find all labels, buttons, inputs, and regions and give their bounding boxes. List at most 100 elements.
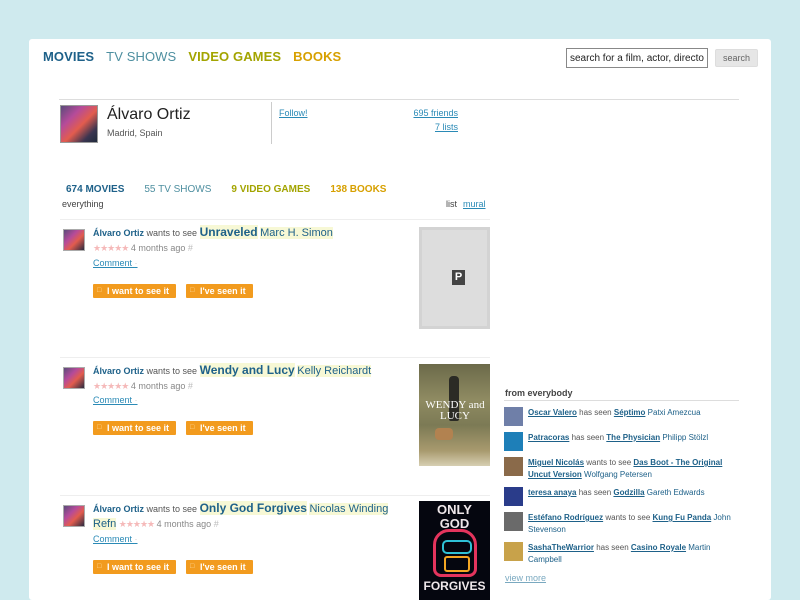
seen-it-button[interactable]: I've seen it (186, 560, 253, 574)
avatar[interactable] (504, 457, 523, 476)
tab-video-games[interactable]: 9 VIDEO GAMES (231, 184, 310, 195)
sidebar-activity-text: Miguel Nicolás wants to see Das Boot - T… (528, 457, 744, 481)
nav-books[interactable]: BOOKS (293, 49, 341, 64)
seen-it-button[interactable]: I've seen it (186, 284, 253, 298)
permalink[interactable]: # (188, 243, 193, 253)
want-to-see-button[interactable]: I want to see it (93, 421, 177, 435)
movie-poster[interactable]: ONLY GOD FORGIVES (419, 501, 490, 600)
comment-link[interactable]: Comment · (93, 534, 138, 544)
avatar[interactable] (63, 367, 85, 389)
sidebar-title-link[interactable]: The Physician (606, 433, 660, 442)
comment-link[interactable]: Comment · (93, 395, 138, 405)
rating-stars[interactable]: ★★★★★ (93, 243, 129, 253)
lists-link[interactable]: 7 lists (435, 122, 458, 132)
timestamp: 4 months ago (156, 519, 212, 529)
comment-label[interactable]: Comment (93, 395, 132, 405)
feed-title-link[interactable]: Wendy and Lucy (199, 363, 295, 377)
sidebar-director-link[interactable]: Philipp Stölzl (662, 433, 708, 442)
poster-title-top: ONLY GOD (437, 502, 472, 531)
sidebar-title-link[interactable]: Séptimo (614, 408, 646, 417)
feed-title-link[interactable]: Unraveled (199, 225, 258, 239)
timestamp: 4 months ago (130, 381, 186, 391)
want-to-see-button[interactable]: I want to see it (93, 560, 177, 574)
feed-director-link[interactable]: Marc H. Simon (260, 227, 333, 239)
sidebar-title-link[interactable]: Kung Fu Panda (653, 513, 712, 522)
view-list-link[interactable]: list (446, 199, 457, 209)
avatar[interactable] (504, 542, 523, 561)
comment-link[interactable]: Comment · (93, 258, 138, 268)
feed-item-text: Álvaro Ortiz wants to see Wendy and Lucy… (93, 363, 393, 394)
feed-item-text: Álvaro Ortiz wants to see Unraveled Marc… (93, 225, 393, 256)
sidebar-title-link[interactable]: Godzilla (613, 488, 644, 497)
tab-tv-shows[interactable]: 55 TV SHOWS (144, 184, 211, 195)
follow-link[interactable]: Follow! (279, 108, 308, 118)
permalink[interactable]: # (188, 381, 193, 391)
permalink[interactable]: # (214, 519, 219, 529)
sidebar-activity-text: Patracoras has seen The Physician Philip… (528, 432, 744, 444)
feed-user-link[interactable]: Álvaro Ortiz (93, 228, 144, 238)
search-input[interactable] (566, 48, 708, 68)
sidebar-action: has seen (596, 543, 629, 552)
profile-name: Álvaro Ortiz (107, 106, 191, 123)
sidebar-user-link[interactable]: teresa anaya (528, 488, 576, 497)
avatar[interactable] (504, 512, 523, 531)
poster-placeholder-icon: P (452, 270, 465, 285)
feed-title-link[interactable]: Only God Forgives (199, 501, 307, 515)
timestamp: 4 months ago (130, 243, 186, 253)
view-mural-link[interactable]: mural (463, 199, 486, 209)
avatar[interactable] (63, 229, 85, 251)
tab-books[interactable]: 138 BOOKS (330, 184, 386, 195)
feed-user-link[interactable]: Álvaro Ortiz (93, 366, 144, 376)
tab-movies[interactable]: 674 MOVIES (66, 184, 124, 195)
feed-director-link[interactable]: Kelly Reichardt (297, 365, 372, 377)
comment-label[interactable]: Comment (93, 258, 132, 268)
view-more-link[interactable]: view more (505, 573, 546, 583)
sidebar-activity-text: Estéfano Rodríguez wants to see Kung Fu … (528, 512, 744, 536)
divider (60, 357, 490, 358)
sidebar-director-link[interactable]: Gareth Edwards (647, 488, 705, 497)
sidebar-action: has seen (578, 488, 612, 497)
seen-it-button[interactable]: I've seen it (186, 421, 253, 435)
sidebar-user-link[interactable]: Patracoras (528, 433, 569, 442)
sidebar-user-link[interactable]: Estéfano Rodríguez (528, 513, 603, 522)
nav-movies[interactable]: MOVIES (43, 49, 94, 64)
sidebar-action: wants to see (586, 458, 632, 467)
avatar[interactable] (63, 505, 85, 527)
main-nav: MOVIES TV SHOWS VIDEO GAMES BOOKS (43, 49, 341, 64)
divider (271, 102, 272, 144)
sidebar-user-link[interactable]: SashaTheWarrior (528, 543, 594, 552)
avatar[interactable] (504, 487, 523, 506)
rating-stars[interactable]: ★★★★★ (93, 381, 129, 391)
poster-mask-graphic (433, 529, 477, 577)
rating-stars[interactable]: ★★★★★ (119, 519, 155, 529)
sidebar-user-link[interactable]: Oscar Valero (528, 408, 577, 417)
feed-action: wants to see (146, 366, 198, 376)
nav-video-games[interactable]: VIDEO GAMES (188, 49, 281, 64)
poster-dog (435, 428, 453, 440)
poster-title: WENDY and LUCY (425, 399, 485, 422)
sidebar-heading: from everybody (505, 388, 573, 398)
comment-label[interactable]: Comment (93, 534, 132, 544)
divider (59, 99, 739, 100)
feed-user-link[interactable]: Álvaro Ortiz (93, 504, 144, 514)
view-mode-toggle: list mural (446, 199, 486, 209)
movie-poster[interactable]: WENDY and LUCY (419, 364, 490, 466)
sidebar-director-link[interactable]: Wolfgang Petersen (584, 470, 652, 479)
sidebar-director-link[interactable]: Patxi Amezcua (648, 408, 701, 417)
friends-link[interactable]: 695 friends (413, 108, 458, 118)
feed-action: wants to see (146, 228, 198, 238)
nav-tv-shows[interactable]: TV SHOWS (106, 49, 176, 64)
profile-location: Madrid, Spain (107, 128, 163, 138)
sidebar-user-link[interactable]: Miguel Nicolás (528, 458, 584, 467)
feed-action: wants to see (146, 504, 198, 514)
divider (60, 495, 490, 496)
movie-poster[interactable]: P (419, 227, 490, 329)
avatar[interactable] (504, 407, 523, 426)
filter-label[interactable]: everything (62, 199, 104, 209)
want-to-see-button[interactable]: I want to see it (93, 284, 177, 298)
avatar[interactable] (504, 432, 523, 451)
sidebar-title-link[interactable]: Casino Royale (631, 543, 686, 552)
poster-title-bottom: FORGIVES (423, 579, 486, 593)
search-button[interactable]: search (715, 49, 758, 67)
divider (504, 400, 739, 401)
